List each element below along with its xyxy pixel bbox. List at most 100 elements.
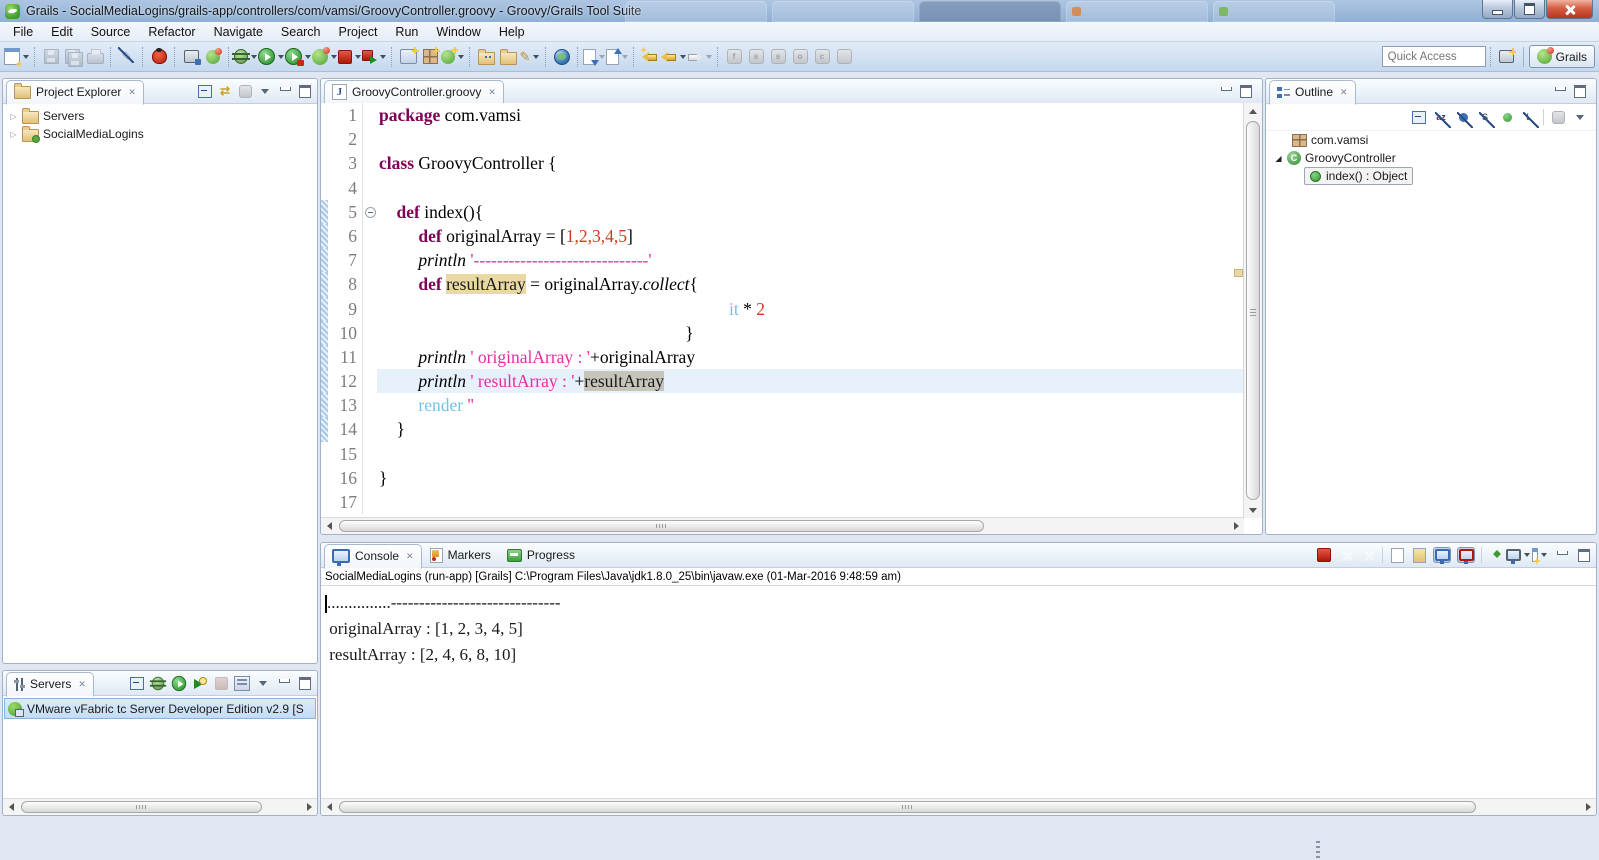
code-line[interactable]: 9 it * 2 <box>321 296 1244 321</box>
scroll-right-button[interactable] <box>1580 799 1596 815</box>
menu-run[interactable]: Run <box>386 23 427 41</box>
outline-item-package[interactable]: com.vamsi <box>1266 131 1596 149</box>
terminate-button[interactable] <box>1316 548 1332 562</box>
scroll-lock-button[interactable] <box>1411 547 1427 563</box>
show-stderr-button[interactable] <box>1457 547 1475 564</box>
scroll-right-button[interactable] <box>1228 518 1244 534</box>
console-output-line[interactable]: ...............-------------------------… <box>325 590 1596 616</box>
remove-all-launches-button[interactable] <box>1360 548 1376 562</box>
back-button[interactable] <box>661 45 687 69</box>
menu-file[interactable]: File <box>4 23 42 41</box>
hide-fields-button[interactable] <box>1455 110 1473 128</box>
code-line[interactable]: 7 println '-----------------------------… <box>321 248 1244 273</box>
code-line[interactable]: 11 println ' originalArray : '+originalA… <box>321 344 1244 370</box>
expander-icon[interactable]: ▷ <box>9 130 18 139</box>
groovy-console-button[interactable] <box>441 45 465 69</box>
fold-column[interactable] <box>362 369 377 394</box>
new-wizard-button[interactable] <box>4 45 30 69</box>
fold-column[interactable] <box>362 320 377 345</box>
stop-server-button[interactable] <box>213 676 229 690</box>
scroll-left-button[interactable] <box>3 799 19 815</box>
menu-source[interactable]: Source <box>82 23 140 41</box>
window-restore-button[interactable] <box>1514 0 1545 19</box>
fold-column[interactable] <box>362 199 377 224</box>
scroll-down-button[interactable] <box>1245 502 1261 518</box>
open-web-browser-button[interactable] <box>551 45 573 69</box>
minimize-button[interactable] <box>1552 84 1568 98</box>
scrollbar-thumb[interactable] <box>1246 121 1260 500</box>
code-text[interactable]: class GroovyController { <box>377 151 1244 175</box>
save-all-button[interactable] <box>62 45 84 69</box>
fold-column[interactable] <box>362 393 377 418</box>
publish-server-button[interactable] <box>234 675 250 691</box>
scrollbar-thumb[interactable] <box>339 520 984 532</box>
scroll-left-button[interactable] <box>321 799 337 815</box>
fold-column[interactable] <box>362 490 377 515</box>
servers-tab[interactable]: Servers ✕ <box>6 671 94 697</box>
focus-button[interactable] <box>1550 110 1566 124</box>
fold-minus-icon[interactable] <box>365 206 376 218</box>
code-text[interactable]: it * 2 <box>377 297 1244 321</box>
expander-icon[interactable]: ◢ <box>1274 154 1283 163</box>
selected-method[interactable]: index() : Object <box>1304 167 1414 185</box>
print-button[interactable] <box>84 45 106 69</box>
code-text[interactable] <box>377 490 1244 514</box>
code-text[interactable]: package com.vamsi <box>377 103 1244 127</box>
markers-tab[interactable]: Markers <box>422 547 499 563</box>
menu-edit[interactable]: Edit <box>42 23 82 41</box>
display-console-button[interactable] <box>1505 548 1530 564</box>
debug-server-button[interactable] <box>149 676 167 690</box>
show-stdout-button[interactable] <box>1433 547 1451 564</box>
code-line[interactable]: 14 } <box>321 417 1244 442</box>
grails-refresh-button[interactable] <box>202 45 224 69</box>
code-line[interactable]: 8 def resultArray = originalArray.collec… <box>321 272 1244 297</box>
code-line[interactable]: 16} <box>321 465 1244 490</box>
last-edit-location-button[interactable] <box>639 45 661 69</box>
open-type-button[interactable] <box>475 45 497 69</box>
code-text[interactable]: } <box>377 321 1244 345</box>
scrollbar-thumb[interactable] <box>21 801 262 813</box>
gray-form-button[interactable] <box>833 45 855 69</box>
skip-c-button[interactable]: c <box>811 45 833 69</box>
code-text[interactable] <box>377 127 1244 151</box>
server-list-item[interactable]: VMware vFabric tc Server Developer Editi… <box>4 698 316 719</box>
start-server-button[interactable] <box>171 675 187 691</box>
fold-column[interactable] <box>362 175 377 200</box>
menu-help[interactable]: Help <box>490 23 534 41</box>
code-text[interactable] <box>377 176 1244 200</box>
fold-column[interactable] <box>362 344 377 370</box>
overview-occurrence-marker[interactable] <box>1234 269 1243 277</box>
tree-item-socialmedialogins[interactable]: ▷ SocialMediaLogins <box>3 125 317 143</box>
fold-column[interactable] <box>362 223 377 249</box>
pin-console-button[interactable] <box>1488 548 1504 562</box>
run-button[interactable] <box>258 45 285 69</box>
fold-column[interactable] <box>362 151 377 176</box>
maximize-button[interactable] <box>1572 84 1588 98</box>
collapse-all-button[interactable] <box>129 676 145 690</box>
mark-occurrences-toggle[interactable]: ✎ <box>116 45 138 69</box>
status-bar-drag-handle[interactable] <box>1316 838 1320 858</box>
tree-item-servers[interactable]: ▷ Servers <box>3 107 317 125</box>
fold-column[interactable] <box>362 441 377 466</box>
fold-column[interactable] <box>362 272 377 297</box>
fold-column[interactable] <box>362 465 377 490</box>
new-groovy-test-button[interactable] <box>397 45 419 69</box>
previous-annotation-button[interactable] <box>606 45 629 69</box>
code-line[interactable]: 13 render '' <box>321 393 1244 418</box>
link-with-editor-button[interactable]: ⇄ <box>217 84 233 98</box>
code-line[interactable]: 6 def originalArray = [1,2,3,4,5] <box>321 223 1244 249</box>
menu-project[interactable]: Project <box>330 23 387 41</box>
clear-console-button[interactable] <box>1389 547 1405 563</box>
servers-horizontal-scrollbar[interactable] <box>3 798 317 815</box>
scroll-up-button[interactable] <box>1245 103 1261 119</box>
highlighter-button[interactable]: ✎ <box>519 45 541 69</box>
quick-access-input[interactable] <box>1381 46 1486 67</box>
code-text[interactable]: } <box>377 417 1244 441</box>
debug-last-button[interactable] <box>148 45 170 69</box>
forward-button[interactable] <box>687 45 713 69</box>
code-line[interactable]: 5 def index(){ <box>321 199 1244 224</box>
scroll-right-button[interactable] <box>301 799 317 815</box>
code-text[interactable]: } <box>377 466 1244 490</box>
save-button[interactable] <box>40 45 62 69</box>
scrollbar-thumb[interactable] <box>339 801 1476 813</box>
